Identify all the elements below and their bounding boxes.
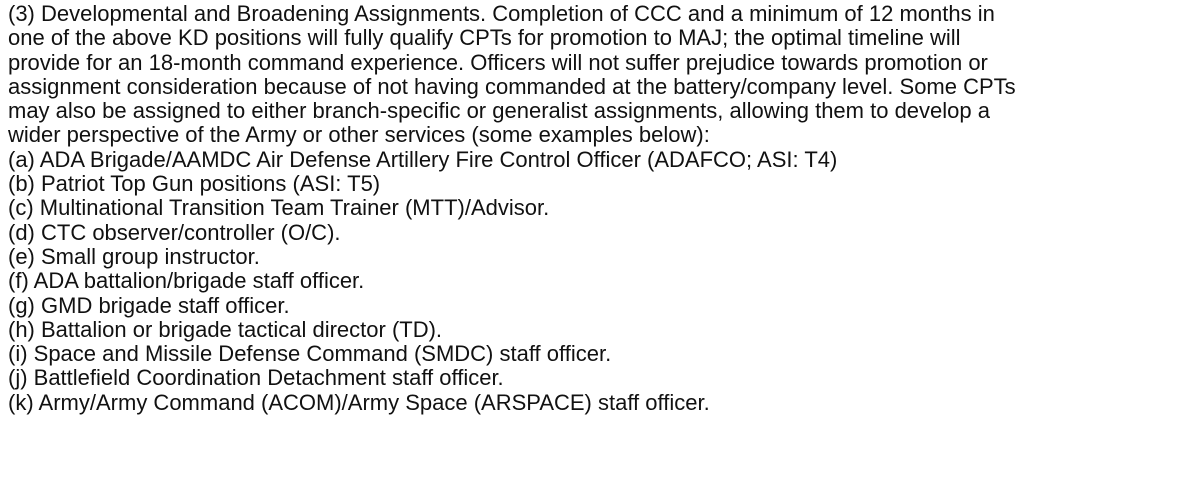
list-item: (g) GMD brigade staff officer.: [8, 292, 290, 318]
list-item: (j) Battlefield Coordination Detachment …: [8, 365, 504, 391]
paragraph-line: wider perspective of the Army or other s…: [8, 122, 710, 148]
paragraph-line: (3) Developmental and Broadening Assignm…: [8, 1, 995, 26]
list-item: (h) Battalion or brigade tactical direct…: [8, 316, 443, 342]
list-item: (d) CTC observer/controller (O/C).: [8, 219, 341, 245]
list-item: (c) Multinational Transition Team Traine…: [8, 195, 550, 221]
list-item: (b) Patriot Top Gun positions (ASI: T5): [8, 171, 381, 197]
paragraph-line: provide for an 18-month command experien…: [8, 49, 988, 75]
intro-paragraph: (3) Developmental and Broadening Assignm…: [8, 1, 1172, 148]
list-item: (i) Space and Missile Defense Command (S…: [8, 341, 612, 367]
paragraph-line: may also be assigned to either branch-sp…: [8, 98, 990, 124]
list-item: (a) ADA Brigade/AAMDC Air Defense Artill…: [8, 146, 838, 172]
list-item: (e) Small group instructor.: [8, 243, 260, 269]
paragraph-line: one of the above KD positions will fully…: [8, 25, 961, 51]
list-item: (k) Army/Army Command (ACOM)/Army Space …: [8, 389, 710, 415]
document-page: (3) Developmental and Broadening Assignm…: [0, 0, 1180, 504]
assignment-list: (a) ADA Brigade/AAMDC Air Defense Artill…: [8, 146, 1172, 415]
list-item: (f) ADA battalion/brigade staff officer.: [8, 268, 365, 294]
paragraph-line: assignment consideration because of not …: [8, 73, 1016, 99]
